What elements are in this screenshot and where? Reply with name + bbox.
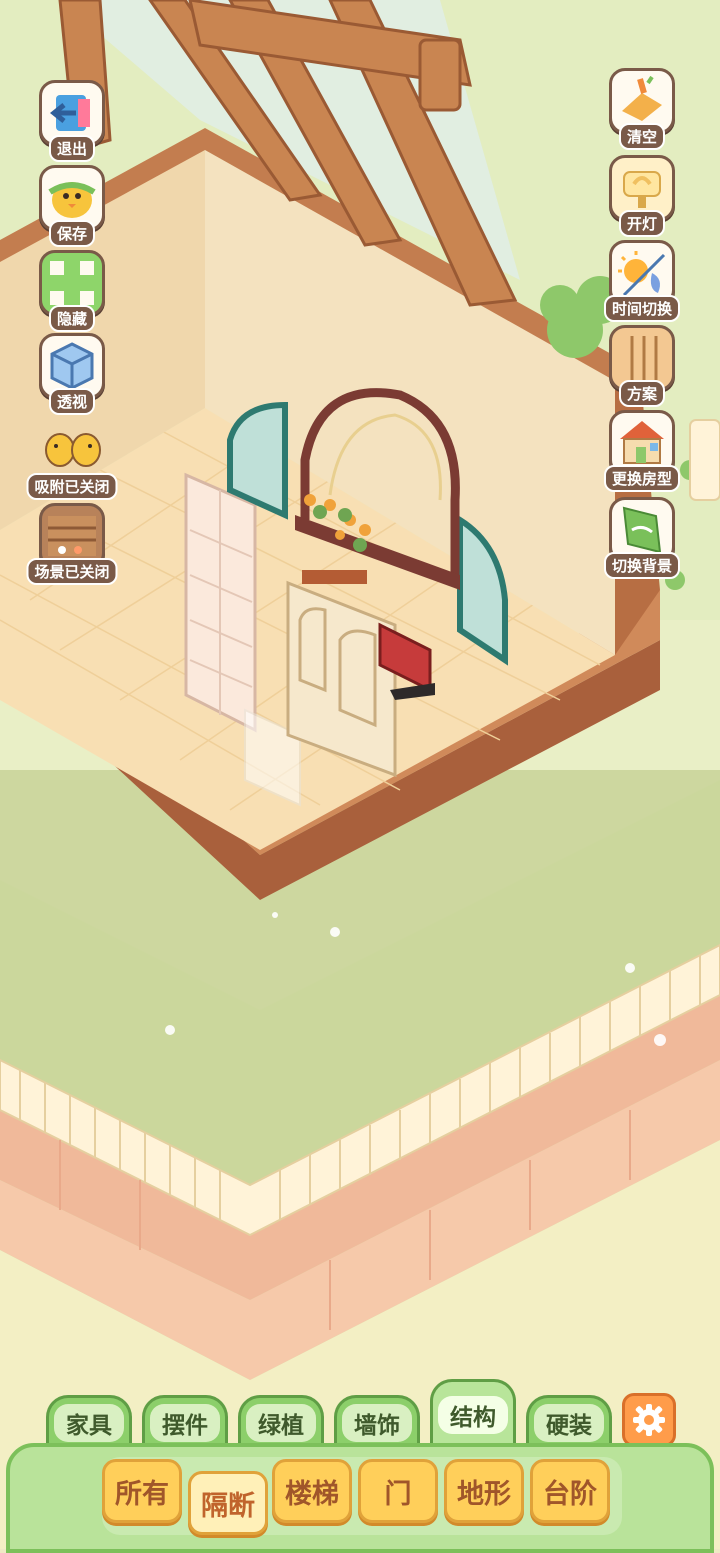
snap-toggle-button[interactable]: 吸附已关闭 — [26, 418, 118, 500]
plan-button[interactable]: 方案 — [604, 325, 680, 407]
subtab-partition[interactable]: 隔断 — [188, 1471, 268, 1535]
save-label: 保存 — [48, 220, 96, 247]
time-switch-button[interactable]: 时间切换 — [603, 240, 681, 322]
perspective-button[interactable]: 透视 — [34, 333, 110, 415]
time-switch-label: 时间切换 — [603, 295, 681, 322]
exit-label: 退出 — [48, 135, 96, 162]
clear-button[interactable]: 清空 — [604, 68, 680, 150]
tab-ornaments[interactable]: 摆件 — [142, 1395, 228, 1447]
subtab-all[interactable]: 所有 — [102, 1459, 182, 1523]
tab-wall-decor[interactable]: 墙饰 — [334, 1395, 420, 1447]
switch-background-label: 切换背景 — [603, 552, 681, 579]
subtab-steps[interactable]: 台阶 — [530, 1459, 610, 1523]
tab-wall-decor-label: 墙饰 — [342, 1403, 412, 1442]
plan-label: 方案 — [618, 380, 666, 407]
tab-structure[interactable]: 结构 — [430, 1379, 516, 1447]
scene-toggle-button[interactable]: 场景已关闭 — [26, 503, 118, 585]
side-fence — [689, 419, 720, 501]
tab-furniture[interactable]: 家具 — [46, 1395, 132, 1447]
save-button[interactable]: 保存 — [34, 165, 110, 247]
tab-ornaments-label: 摆件 — [150, 1403, 220, 1442]
tab-plants-label: 绿植 — [246, 1403, 316, 1442]
tab-plants[interactable]: 绿植 — [238, 1395, 324, 1447]
switch-background-button[interactable]: 切换背景 — [603, 497, 681, 579]
subtab-all-label: 所有 — [115, 1478, 169, 1510]
change-room-label: 更换房型 — [603, 465, 681, 492]
subtab-terrain-label: 地形 — [457, 1478, 511, 1510]
tab-furniture-label: 家具 — [54, 1403, 124, 1442]
subtab-stairs[interactable]: 楼梯 — [272, 1459, 352, 1523]
tab-hardware[interactable]: 硬装 — [526, 1395, 612, 1447]
gear-icon — [633, 1404, 665, 1436]
subtab-partition-label: 隔断 — [201, 1490, 255, 1522]
two-ducks-snap-icon — [42, 418, 102, 478]
hide-label: 隐藏 — [48, 305, 96, 332]
hide-button[interactable]: 隐藏 — [34, 250, 110, 332]
subtab-door[interactable]: 门 — [358, 1459, 438, 1523]
clear-label: 清空 — [618, 123, 666, 150]
tab-hardware-label: 硬装 — [534, 1403, 604, 1442]
perspective-label: 透视 — [48, 388, 96, 415]
scene-label: 场景已关闭 — [26, 558, 118, 585]
light-button[interactable]: 开灯 — [604, 155, 680, 237]
exit-button[interactable]: 退出 — [34, 80, 110, 162]
change-room-button[interactable]: 更换房型 — [603, 410, 681, 492]
snap-label: 吸附已关闭 — [26, 473, 118, 500]
subtab-steps-label: 台阶 — [543, 1478, 597, 1510]
subtab-terrain[interactable]: 地形 — [444, 1459, 524, 1523]
subtab-door-label: 门 — [384, 1478, 412, 1510]
light-label: 开灯 — [618, 210, 666, 237]
subtab-stairs-label: 楼梯 — [285, 1478, 339, 1510]
settings-button[interactable] — [622, 1393, 676, 1447]
tab-structure-label: 结构 — [438, 1395, 508, 1434]
